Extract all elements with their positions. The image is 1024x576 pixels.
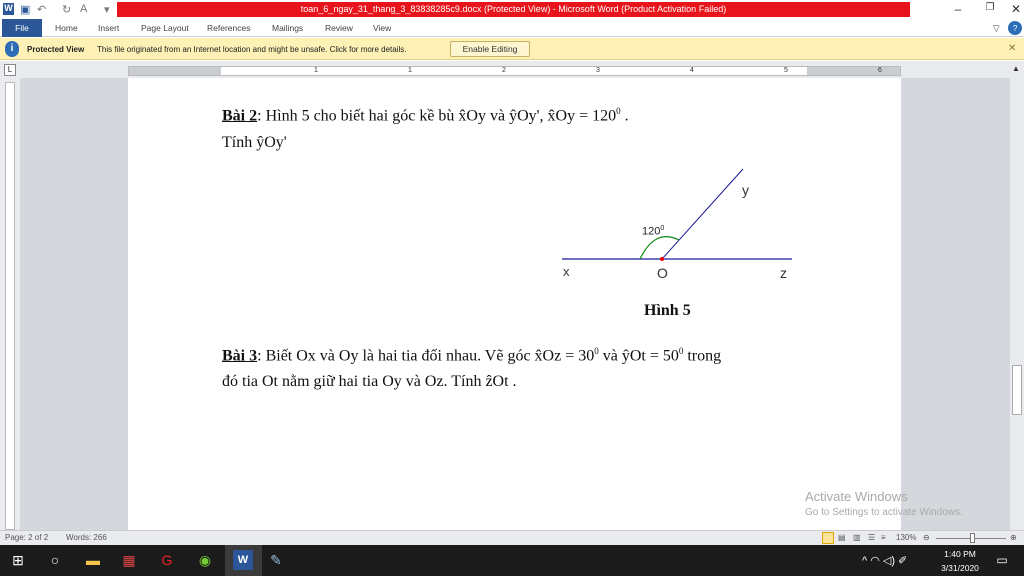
minimize-ribbon-icon[interactable]: ▽ [993,19,1000,37]
undo-icon[interactable]: ↶ [37,3,46,16]
activate-windows-subtext: Go to Settings to activate Windows. [805,507,963,518]
scroll-up-icon[interactable]: ▲ [1012,64,1020,73]
print-layout-icon[interactable] [822,532,834,544]
angle-label: 1200 [642,225,665,238]
ruler-tick: 2 [502,67,506,74]
coccoc-icon[interactable]: ◉ [195,550,215,570]
web-layout-icon[interactable]: ▥ [853,531,861,545]
ruler-tick: 3 [596,67,600,74]
label-z: z [780,265,787,281]
close-bar-icon[interactable]: ✕ [1008,43,1016,54]
protected-view-message[interactable]: This file originated from an Internet lo… [97,45,407,54]
tab-mailings[interactable]: Mailings [272,19,303,37]
exercise-2-label: Bài 2 [222,107,258,125]
protected-view-label: Protected View [27,45,85,54]
tab-review[interactable]: Review [325,19,353,37]
clock-time[interactable]: 1:40 PM [940,549,980,559]
tab-page-layout[interactable]: Page Layout [141,19,189,37]
save-icon[interactable]: ▣ [20,3,30,16]
tab-references[interactable]: References [207,19,250,37]
ruler-tick: 5 [784,67,788,74]
search-icon[interactable]: ○ [45,550,65,570]
app-icon[interactable]: ▦ [119,550,139,570]
horizontal-ruler[interactable]: 1 2 3 4 5 6 1 [128,66,901,76]
label-o: O [657,265,668,281]
page-count[interactable]: Page: 2 of 2 [5,531,48,545]
outline-icon[interactable]: ☰ [868,531,875,545]
exercise-2-end: . [620,107,629,125]
exercise-2-line-2: Tính ŷOy' [222,134,287,151]
tab-home[interactable]: Home [55,19,78,37]
close-button[interactable]: ✕ [1001,2,1024,16]
word-icon[interactable]: W [233,550,253,570]
clock-date[interactable]: 3/31/2020 [937,563,983,573]
vertical-scrollbar[interactable] [1010,61,1024,530]
exercise-3-line-1: Bài 3: Biết Ox và Oy là hai tia đối nhau… [222,346,722,365]
info-icon: i [5,41,19,57]
ray-oy [661,168,744,260]
label-y: y [742,182,749,198]
zoom-in-icon[interactable]: ⊕ [1010,531,1017,545]
scrollbar-thumb[interactable] [1012,365,1022,415]
zoom-slider-thumb[interactable] [970,533,975,543]
exercise-3-label: Bài 3 [222,347,258,365]
figure-5-diagram [562,168,792,261]
tab-file[interactable]: File [2,19,42,37]
point-o [660,257,664,261]
ruler-tick: 1 [314,67,318,74]
exercise-2-text: : Hình 5 cho biết hai góc kề bù x̂Oy và … [257,107,617,125]
figure-caption: Hình 5 [644,302,691,319]
help-icon[interactable]: ? [1008,21,1022,35]
angle-arc [639,236,680,260]
minimize-button[interactable]: – [943,2,973,16]
garena-icon[interactable]: G [157,550,177,570]
window-title: toan_6_ngay_31_thang_3_83838285c9.docx (… [117,2,910,17]
ruler-tick: 1 [408,67,412,74]
customize-icon[interactable]: ▾ [104,3,110,16]
word-count[interactable]: Words: 266 [66,531,107,545]
ruler-tick: 4 [690,67,694,74]
exercise-2-line-1: Bài 2: Hình 5 cho biết hai góc kề bù x̂O… [222,106,629,125]
zoom-level[interactable]: 130% [896,531,916,545]
tab-selector-icon[interactable]: L [4,64,16,76]
word-logo-icon: W [3,3,14,15]
ruler-tick: 6 [878,67,882,74]
label-x: x [563,264,570,279]
paint-icon[interactable]: ✎ [266,550,286,570]
tray-icons[interactable]: ^ ◠ ◁) ✐ [862,554,907,567]
exercise-3-line-2: đó tia Ot nằm giữ hai tia Oy và Oz. Tính… [222,373,517,390]
tab-view[interactable]: View [373,19,391,37]
status-bar: Page: 2 of 2 Words: 266 ▤ ▥ ☰ ≡ 130% ⊖ ⊕ [0,530,1024,545]
notification-icon[interactable]: ▭ [992,550,1012,570]
full-screen-icon[interactable]: ▤ [838,531,846,545]
file-explorer-icon[interactable]: ▬ [83,550,103,570]
format-icon[interactable]: A [80,3,87,15]
draft-icon[interactable]: ≡ [881,531,886,545]
start-icon[interactable]: ⊞ [8,550,28,570]
vertical-ruler-track[interactable] [5,82,15,530]
tab-insert[interactable]: Insert [98,19,119,37]
zoom-out-icon[interactable]: ⊖ [923,531,930,545]
enable-editing-button[interactable]: Enable Editing [450,41,530,57]
redo-icon[interactable]: ↻ [62,3,71,16]
activate-windows-watermark: Activate Windows [805,489,908,504]
